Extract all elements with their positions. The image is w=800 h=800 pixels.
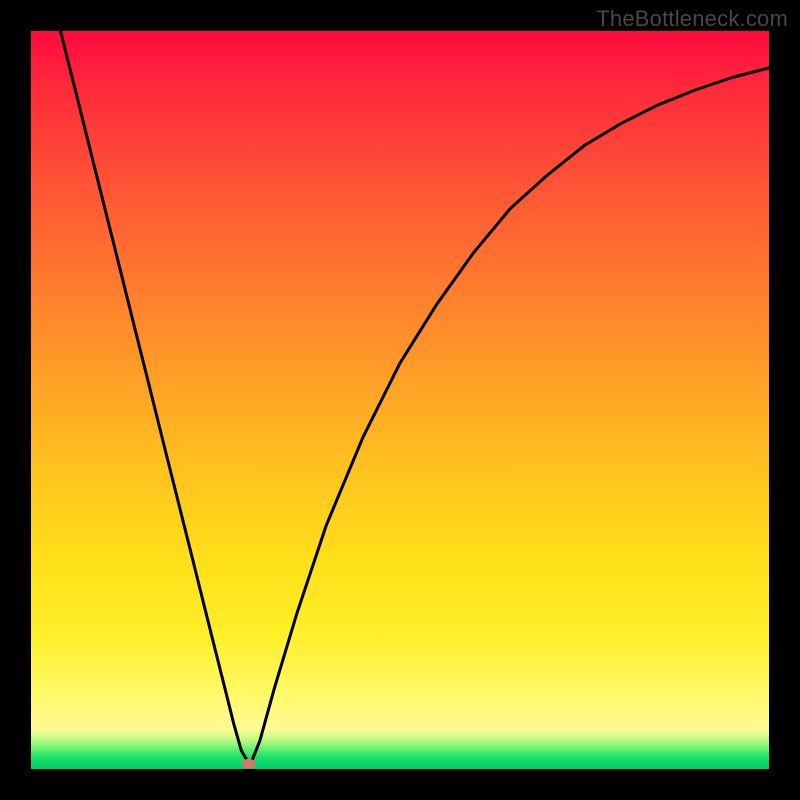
optimal-point-marker [242, 759, 256, 769]
chart-frame: TheBottleneck.com [0, 0, 800, 800]
curve-layer [31, 31, 769, 769]
bottleneck-curve [61, 31, 770, 763]
plot-area [31, 31, 769, 769]
watermark-text: TheBottleneck.com [596, 6, 788, 32]
